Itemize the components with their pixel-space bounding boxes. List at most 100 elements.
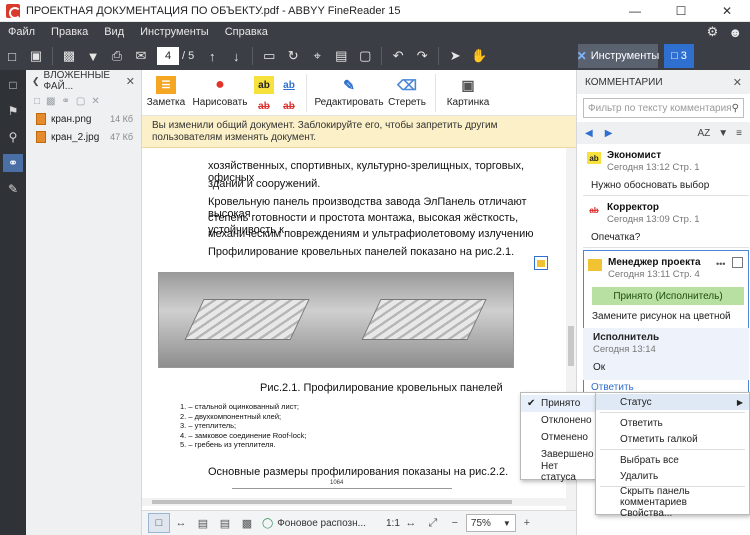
menu-edit[interactable]: Правка [43, 26, 96, 38]
legend-item: 4. – замковое соединение Roof-lock; [180, 430, 307, 440]
email-icon[interactable]: ✉ [129, 44, 153, 68]
presentation-icon[interactable]: ▩ [236, 513, 258, 533]
attachment-row[interactable]: кран.png 14 Кб [26, 110, 141, 128]
select-cursor-icon[interactable]: ➤ [443, 44, 467, 68]
tools-toggle-button[interactable]: ✕ Инструменты [577, 44, 659, 68]
recognize-page-icon[interactable]: ▤ [329, 44, 353, 68]
minimize-button[interactable]: — [612, 0, 658, 22]
save-icon[interactable]: ▩ [57, 44, 81, 68]
reply-menu-item[interactable]: Ответить [596, 415, 749, 431]
maximize-button[interactable]: ☐ [658, 0, 704, 22]
status-cancelled-item[interactable]: Отменено [521, 429, 595, 446]
draw-tool-button[interactable]: ● Нарисовать [190, 70, 250, 108]
account-icon[interactable]: ☻ [728, 25, 742, 40]
filter-funnel-icon[interactable]: ▼ [718, 128, 728, 139]
menu-tools[interactable]: Инструменты [132, 26, 217, 38]
hand-tool-icon[interactable]: ✋ [467, 44, 491, 68]
comment-author: Экономист [607, 150, 662, 161]
comment-note-marker-icon[interactable] [534, 256, 548, 270]
edit-tool-button[interactable]: ✎ Редактировать [313, 70, 385, 109]
save-as-icon[interactable]: ▼ [81, 44, 105, 68]
new-document-icon[interactable]: □ [0, 44, 24, 68]
more-options-icon[interactable]: ≡ [736, 128, 742, 139]
pages-icon[interactable]: □ [3, 76, 23, 94]
doc-line: Профилирование кровельных панелей показа… [208, 246, 515, 258]
checkmark-icon: ✔ [527, 398, 536, 409]
comment-text: Опечатка? [591, 232, 641, 243]
close-panel-icon[interactable]: ✕ [126, 75, 135, 88]
fit-width-arrows-icon[interactable]: ↔ [400, 513, 422, 533]
roof-panel-image-right [336, 273, 513, 367]
undo-icon[interactable]: ↶ [386, 44, 410, 68]
zoom-in-icon[interactable]: + [516, 513, 538, 533]
settings-gear-icon[interactable]: ⚙ [707, 24, 719, 40]
open-folder-icon[interactable]: ▣ [24, 44, 48, 68]
attachment-row[interactable]: кран_2.jpg 47 Кб [26, 128, 141, 146]
properties-menu-item[interactable]: Свойства... [596, 505, 749, 521]
crop-icon[interactable]: ⌖ [305, 44, 329, 68]
single-page-view-icon[interactable]: □ [148, 513, 170, 533]
status-rejected-item[interactable]: Отклонено [521, 412, 595, 429]
comments-count-button[interactable]: □ 3 [664, 44, 694, 68]
highlight-text-icon[interactable]: ab [254, 76, 274, 94]
close-comments-icon[interactable]: ✕ [733, 76, 742, 89]
search-icon[interactable]: ⚲ [3, 128, 23, 146]
prev-comment-icon[interactable]: ◀ [585, 128, 593, 139]
actual-size-button[interactable]: 1:1 [386, 518, 400, 529]
status-none-item[interactable]: Нет статуса [521, 461, 595, 483]
fit-page-icon[interactable]: ⤢ [422, 513, 444, 533]
menu-file[interactable]: Файл [0, 26, 43, 38]
status-menu-item[interactable]: Статус ▶ [596, 394, 749, 410]
comment-card[interactable]: ab Корректор Сегодня 13:09 Стр. 1 Опечат… [583, 198, 749, 248]
signatures-icon[interactable]: ✎ [3, 180, 23, 198]
close-window-button[interactable]: ✕ [704, 0, 750, 22]
mark-menu-item[interactable]: Отметить галкой [596, 431, 749, 447]
document-horizontal-scrollbar[interactable] [142, 498, 566, 506]
sort-label[interactable]: AZ [697, 128, 710, 139]
note-tool-button[interactable]: ☰ Заметка [142, 70, 190, 108]
page-number-input[interactable]: 4 [157, 47, 179, 65]
export-page-icon[interactable]: ▢ [353, 44, 377, 68]
next-comment-icon[interactable]: ▶ [605, 128, 613, 139]
collapse-chevron-icon[interactable]: ❮ [32, 76, 40, 87]
menu-view[interactable]: Вид [96, 26, 132, 38]
reply-text: Ок [593, 362, 606, 373]
next-page-arrow-down-icon[interactable]: ↓ [224, 44, 248, 68]
zoom-out-icon[interactable]: − [444, 513, 466, 533]
strikethrough-text-icon[interactable]: ab [254, 97, 274, 115]
menu-help[interactable]: Справка [217, 26, 276, 38]
prev-page-arrow-up-icon[interactable]: ↑ [200, 44, 224, 68]
hide-panel-menu-item[interactable]: Скрыть панель комментариев [596, 486, 749, 508]
comment-card[interactable]: ab Экономист Сегодня 13:12 Стр. 1 Нужно … [583, 146, 749, 196]
rotate-icon[interactable]: ↻ [281, 44, 305, 68]
status-accepted-item[interactable]: ✔ Принято [521, 395, 595, 412]
underline-text-icon[interactable]: ab [279, 76, 299, 94]
comment-filter-input[interactable]: Фильтр по тексту комментария ⚲ [583, 98, 744, 118]
fit-width-icon[interactable]: ↔ [170, 513, 192, 533]
save-attachment-icon[interactable]: ▩ [46, 96, 55, 107]
more-actions-icon[interactable]: ••• [716, 259, 725, 269]
background-recognition-label[interactable]: Фоновое распозн... [277, 518, 366, 529]
attach-paperclip-icon[interactable]: ⚭ [62, 96, 70, 107]
select-all-menu-item[interactable]: Выбрать все [596, 452, 749, 468]
continuous-view-icon[interactable]: ▤ [214, 513, 236, 533]
two-page-view-icon[interactable]: ▤ [192, 513, 214, 533]
print-icon[interactable]: ⎙ [105, 44, 129, 68]
legend-item: 5. – гребень из утеплителя. [180, 440, 276, 449]
delete-menu-item[interactable]: Удалить [596, 468, 749, 484]
add-attachment-icon[interactable]: □ [34, 96, 40, 107]
reply-block[interactable]: Исполнитель Сегодня 13:14 Ок [583, 328, 749, 380]
replace-text-icon[interactable]: ab [279, 97, 299, 115]
erase-tool-button[interactable]: ⌫ Стереть [385, 70, 429, 109]
picture-tool-button[interactable]: ▣ Картинка [442, 70, 494, 109]
menu-item-label: Отметить галкой [620, 433, 698, 445]
add-page-icon[interactable]: ▭ [257, 44, 281, 68]
delete-attachment-icon[interactable]: ✕ [91, 96, 99, 107]
zoom-select[interactable]: 75% ▼ [465, 514, 516, 532]
open-attachment-icon[interactable]: ▢ [76, 96, 85, 107]
mark-checkbox[interactable] [732, 257, 743, 268]
toolbar-divider [252, 47, 254, 65]
bookmarks-icon[interactable]: ⚑ [3, 102, 23, 120]
attachments-paperclip-icon[interactable]: ⚭ [3, 154, 23, 172]
redo-icon[interactable]: ↷ [410, 44, 434, 68]
